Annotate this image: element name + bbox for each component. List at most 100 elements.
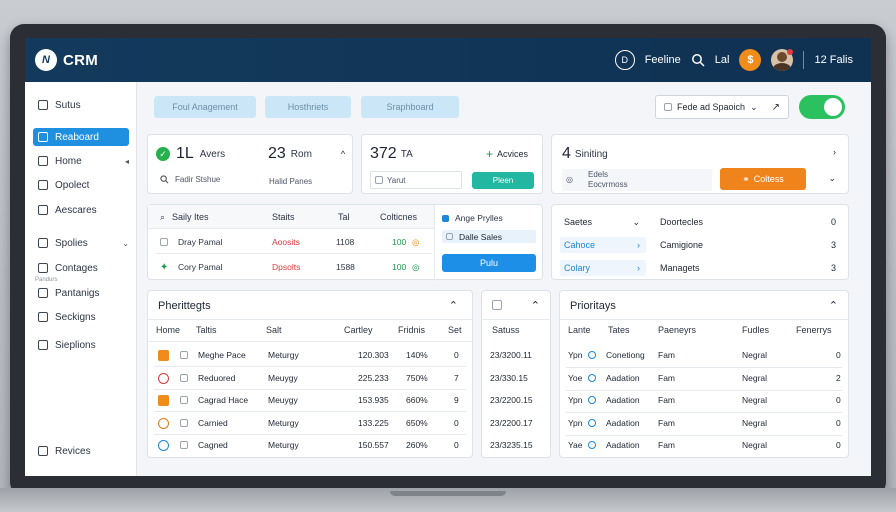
row-divider	[148, 341, 472, 342]
kpi-sub: Fadir Stshue	[175, 175, 221, 184]
row-checkbox[interactable]	[180, 441, 188, 449]
side-item[interactable]: Ange Prylles	[442, 213, 503, 223]
cell-num: 150.557	[358, 440, 389, 450]
column-header[interactable]: Lante	[568, 325, 591, 335]
search-label[interactable]: Lal	[715, 54, 730, 66]
sidebar-item-10[interactable]: Sieplions	[33, 336, 129, 354]
settings-nav-item[interactable]: Colary ›	[560, 260, 646, 276]
column-header[interactable]: Home	[156, 325, 180, 335]
chevron-down-icon[interactable]: ⌄	[828, 173, 836, 184]
cell-n: 0	[454, 440, 459, 450]
coin-icon[interactable]: $	[739, 49, 762, 71]
table-row[interactable]: Ypn Conetiong Fam Negral 0	[560, 350, 848, 366]
row-checkbox[interactable]	[160, 238, 168, 246]
row-divider	[566, 367, 842, 368]
filter-dropdown[interactable]: Fede ad Spaoich ⌄ ↗	[655, 95, 789, 119]
cell-a: Yae	[568, 440, 583, 450]
chevron-up-icon[interactable]: ⌃	[449, 299, 458, 312]
column-header[interactable]: Fridnis	[398, 325, 425, 335]
table-row[interactable]: Cagned Meturgy 150.557 260% 0	[148, 437, 472, 455]
task-row[interactable]: Dray Pamal Aoosits 1108 100 ◎	[160, 235, 430, 249]
cell-num: 225.233	[358, 372, 389, 383]
status-table-card: ⌃ Satuss 23/3200.11 23/330.15 23/2200.15 23…	[481, 290, 551, 458]
task-status: Aoosits	[272, 237, 300, 247]
tasks-card: ⌕ Saily Ites Staits Tal Colticnes Dray P…	[147, 204, 543, 281]
cell-c: Fam	[658, 395, 675, 405]
table-row[interactable]: Yae Aadation Fam Negral 0	[560, 440, 848, 456]
row-checkbox[interactable]	[180, 418, 188, 427]
preview-button[interactable]: Pleen	[472, 172, 534, 189]
sidebar-item-5[interactable]: Aescares	[33, 201, 129, 219]
doc-icon	[375, 176, 383, 184]
table-row[interactable]: Reduored Meuygy 225.233 750% 7	[148, 370, 472, 388]
cell-b: Aadation	[606, 372, 640, 383]
toolbar-button-sraphboard[interactable]: Sraphboard	[361, 96, 459, 118]
kpi-action[interactable]: Acvices	[497, 149, 528, 159]
column-header[interactable]: Fudles	[742, 325, 769, 335]
sidebar-item-6[interactable]: Spolies ⌄	[33, 234, 129, 252]
count-label[interactable]: 12 Falis	[814, 54, 853, 66]
kpi-field[interactable]: Yarut	[370, 171, 462, 189]
kpi-value-3: 372	[370, 145, 397, 162]
search-icon[interactable]	[691, 53, 705, 67]
chevron-icon[interactable]: ›	[833, 147, 836, 157]
table-row[interactable]: Ypn Aadation Fam Negral 0	[560, 418, 848, 434]
column-header[interactable]: Set	[448, 325, 462, 335]
cell-b: Aadation	[606, 417, 640, 428]
sidebar-item-7[interactable]: Contages	[33, 259, 129, 277]
kpi-card-ta: 372 TA + Acvices Yarut Pleen	[361, 134, 543, 194]
table-row[interactable]: Cagrad Hace Meuygy 153.935 660% 9	[148, 392, 472, 410]
logo[interactable]: N CRM	[35, 49, 98, 71]
row-checkbox[interactable]	[180, 373, 188, 382]
sidebar-item-4[interactable]: Opolect	[33, 176, 129, 194]
filter-icon	[664, 103, 672, 111]
clock-icon: ◎	[412, 261, 420, 272]
table-row[interactable]: Ypn Aadation Fam Negral 0	[560, 395, 848, 411]
column-header[interactable]: Paeneyrs	[658, 325, 696, 335]
chevron-up-icon[interactable]: ^	[341, 149, 345, 159]
table-row[interactable]: Yoe Aadation Fam Negral 2	[560, 373, 848, 389]
column-header[interactable]: Cartley	[344, 325, 373, 335]
column-header[interactable]: Taltis	[196, 325, 217, 335]
status-icon	[158, 395, 169, 406]
cell-type: Meturgy	[268, 417, 299, 428]
toolbar-button-hosthriets[interactable]: Hosthriets	[265, 96, 351, 118]
status-label[interactable]: Feeline	[645, 54, 681, 66]
sidebar-item-8[interactable]: Pantanigs	[33, 284, 129, 302]
table-row[interactable]: Carnied Meturgy 133.225 650% 0	[148, 415, 472, 433]
column-header[interactable]: Tates	[608, 325, 630, 335]
settings-count: 0	[830, 217, 836, 227]
table-row[interactable]: Meghe Pace Meturgy 120.303 140% 0	[148, 347, 472, 365]
column-header[interactable]: Salt	[266, 325, 282, 335]
cell-num: 120.303	[358, 350, 389, 360]
side-item[interactable]: Dalle Sales	[442, 230, 536, 243]
sidebar-item-11[interactable]: Revices	[33, 442, 129, 460]
settings-value: Managets	[660, 263, 700, 273]
status-icon	[158, 440, 169, 451]
chevron-up-icon[interactable]: ⌃	[829, 299, 838, 312]
sidebar-item-9[interactable]: Seckigns	[33, 308, 129, 326]
kpi-label-2: Rom	[290, 148, 312, 160]
cell-name: Cagrad Hace	[198, 395, 249, 405]
toolbar-button-management[interactable]: Foul Anagement	[154, 96, 256, 118]
check-icon: ✓	[156, 147, 170, 161]
row-checkbox[interactable]	[180, 396, 188, 404]
status-icon[interactable]: D	[614, 50, 635, 70]
menu-icon	[38, 446, 48, 456]
settings-nav-item[interactable]: Saetes ⌄	[560, 214, 646, 230]
row-checkbox[interactable]	[180, 351, 188, 359]
sidebar-item-3[interactable]: Home ◂	[33, 152, 129, 170]
sidebar-item-label: Contages	[55, 262, 98, 274]
settings-nav-item[interactable]: Cahoce ›	[560, 237, 646, 253]
chevron-up-icon[interactable]: ⌃	[531, 299, 540, 312]
toggle-switch[interactable]	[799, 95, 845, 119]
plus-icon[interactable]: +	[486, 147, 493, 161]
pulu-button[interactable]: Pulu	[442, 254, 536, 272]
coltess-button[interactable]: ⚭ Coltess	[720, 168, 806, 190]
menu-icon	[38, 156, 48, 166]
sidebar-item-1[interactable]: Sutus	[33, 96, 129, 114]
task-row[interactable]: ✦ Cory Pamal Dpsolts 1588 100 ◎	[160, 260, 430, 274]
sidebar-item-2[interactable]: Reaboard	[33, 128, 129, 146]
column-header[interactable]: Fenerrys	[796, 325, 832, 335]
avatar-wrap[interactable]	[771, 49, 794, 71]
